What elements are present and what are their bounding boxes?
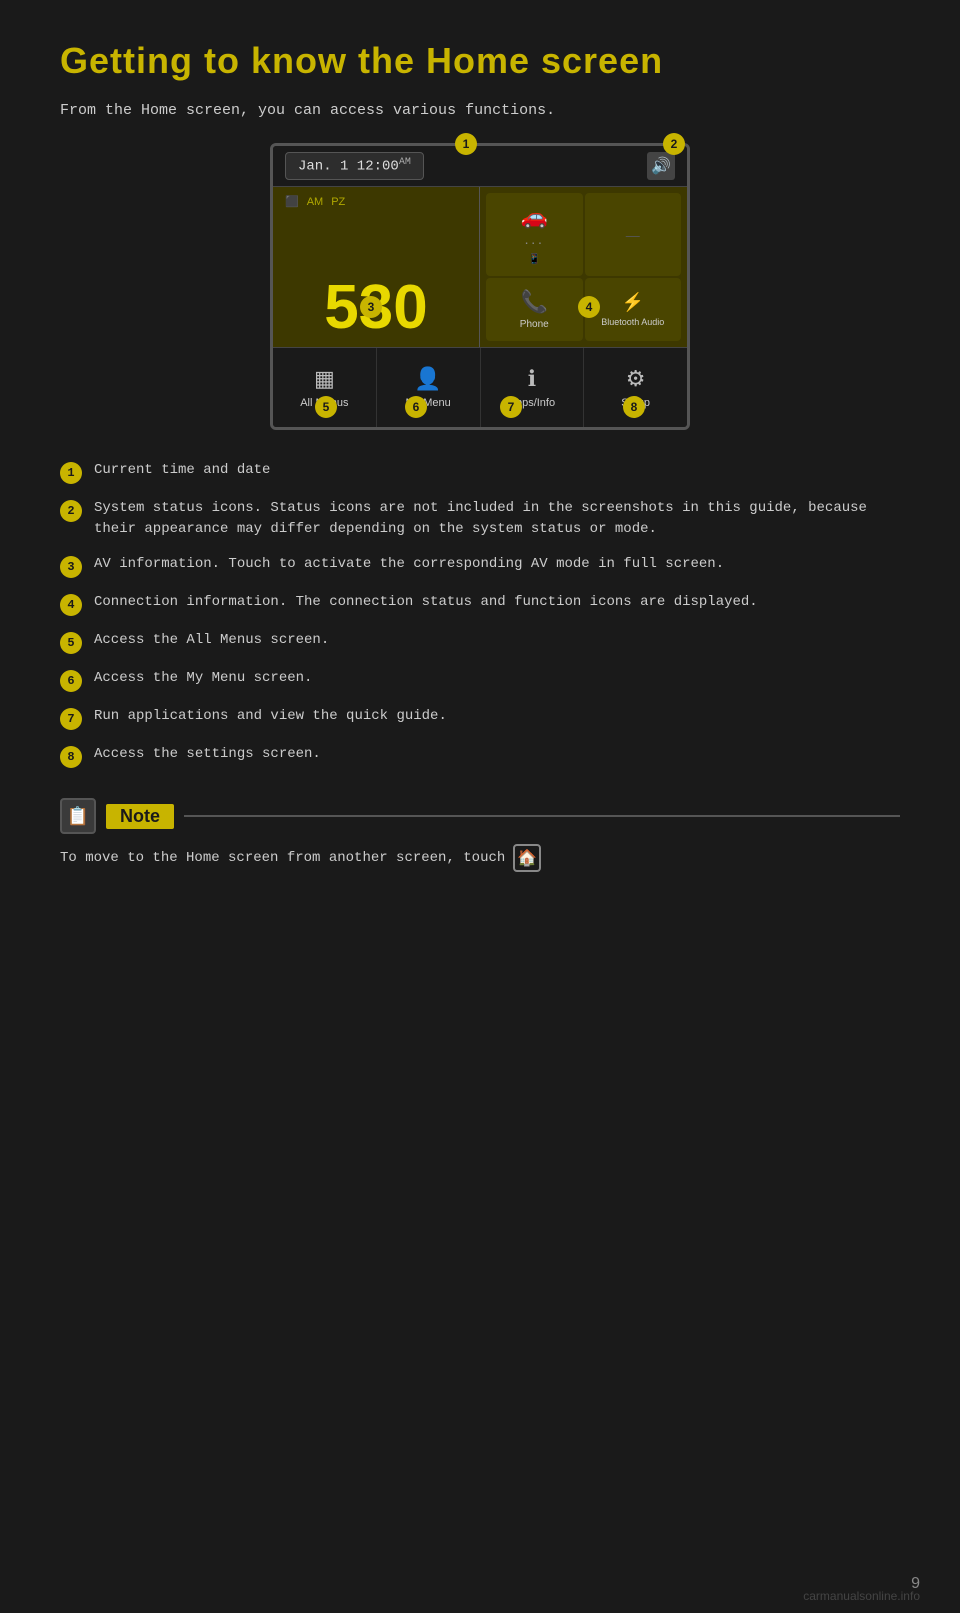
car-screen: Jan. 1 12:00AM 🔊 ⬛ AM PZ 530 🚗 ···	[270, 143, 690, 430]
callout-badge-2: 2	[663, 133, 685, 155]
av-panel[interactable]: ⬛ AM PZ 530	[273, 187, 480, 347]
anno-badge-1: 1	[60, 462, 82, 484]
anno-badge-8: 8	[60, 746, 82, 768]
note-label-container: Note	[106, 804, 900, 829]
datetime-display: Jan. 1 12:00AM	[285, 152, 424, 180]
note-section: 📋 Note To move to the Home screen from a…	[60, 798, 900, 872]
callout-badge-3: 3	[360, 296, 382, 318]
home-button-icon: 🏠	[513, 844, 541, 872]
connection-panel: 🚗 ··· 📱 — 📞 Phone ⚡ Bluetooth Audio	[480, 187, 687, 347]
anno-text-7: Run applications and view the quick guid…	[94, 706, 900, 727]
menu-my-menu[interactable]: 👤 My Menu	[377, 348, 481, 427]
phone-icon: 📞	[521, 289, 548, 315]
annotation-6: 6 Access the My Menu screen.	[60, 668, 900, 692]
menu-apps-info[interactable]: ℹ Apps/Info	[481, 348, 585, 427]
empty-icon: —	[626, 227, 640, 243]
note-icon: 📋	[60, 798, 96, 834]
anno-text-8: Access the settings screen.	[94, 744, 900, 765]
screen-menu-bar: ▦ All Menus 👤 My Menu ℹ Apps/Info ⚙ Setu…	[273, 347, 687, 427]
conn-dots: ···	[524, 234, 544, 250]
datetime-text: Jan. 1 12:00	[298, 159, 399, 175]
annotation-5: 5 Access the All Menus screen.	[60, 630, 900, 654]
conn-cell-empty: —	[585, 193, 682, 276]
anno-badge-7: 7	[60, 708, 82, 730]
anno-badge-3: 3	[60, 556, 82, 578]
annotations-list: 1 Current time and date 2 System status …	[60, 460, 900, 768]
anno-text-5: Access the All Menus screen.	[94, 630, 900, 651]
anno-text-6: Access the My Menu screen.	[94, 668, 900, 689]
screen-middle: ⬛ AM PZ 530 🚗 ··· 📱 — 📞 Phone	[273, 187, 687, 347]
callout-badge-6: 6	[405, 396, 427, 418]
speaker-icon: 🔊	[647, 152, 675, 180]
all-menus-icon: ▦	[314, 366, 335, 392]
av-label: ⬛	[285, 195, 299, 208]
note-content: To move to the Home screen from another …	[60, 844, 900, 872]
setup-icon: ⚙	[626, 366, 646, 392]
callout-badge-4: 4	[578, 296, 600, 318]
callout-badge-7: 7	[500, 396, 522, 418]
conn-phone-small-icon: 📱	[528, 254, 540, 265]
watermark: carmanualsonline.info	[803, 1589, 920, 1603]
callout-badge-5: 5	[315, 396, 337, 418]
note-label: Note	[106, 804, 174, 829]
apps-info-icon: ℹ	[528, 366, 536, 392]
my-menu-icon: 👤	[414, 366, 441, 392]
note-text: To move to the Home screen from another …	[60, 850, 505, 866]
note-header: 📋 Note	[60, 798, 900, 834]
am-indicator: AM	[399, 157, 411, 168]
anno-text-2: System status icons. Status icons are no…	[94, 498, 900, 540]
av-freq-label: AM	[307, 196, 324, 208]
callout-badge-8: 8	[623, 396, 645, 418]
phone-label: Phone	[520, 319, 549, 330]
annotation-7: 7 Run applications and view the quick gu…	[60, 706, 900, 730]
anno-badge-5: 5	[60, 632, 82, 654]
av-pz-label: PZ	[331, 196, 345, 208]
annotation-1: 1 Current time and date	[60, 460, 900, 484]
anno-text-4: Connection information. The connection s…	[94, 592, 900, 613]
annotation-4: 4 Connection information. The connection…	[60, 592, 900, 616]
note-divider	[184, 815, 900, 817]
bluetooth-icon: ⚡	[622, 292, 644, 313]
bluetooth-label: Bluetooth Audio	[601, 317, 664, 327]
anno-badge-6: 6	[60, 670, 82, 692]
anno-text-3: AV information. Touch to activate the co…	[94, 554, 900, 575]
page-subtitle: From the Home screen, you can access var…	[60, 102, 900, 119]
conn-cell-car[interactable]: 🚗 ··· 📱	[486, 193, 583, 276]
screen-mockup: 1 2 3 4 5 6 7 8 Jan. 1 12:00AM 🔊 ⬛ AM PZ…	[270, 143, 690, 430]
page-title: Getting to know the Home screen	[60, 40, 900, 82]
annotation-3: 3 AV information. Touch to activate the …	[60, 554, 900, 578]
anno-text-1: Current time and date	[94, 460, 900, 481]
car-icon: 🚗	[521, 204, 548, 230]
annotation-2: 2 System status icons. Status icons are …	[60, 498, 900, 540]
annotation-8: 8 Access the settings screen.	[60, 744, 900, 768]
anno-badge-2: 2	[60, 500, 82, 522]
anno-badge-4: 4	[60, 594, 82, 616]
screen-topbar: Jan. 1 12:00AM 🔊	[273, 146, 687, 187]
conn-cell-phone[interactable]: 📞 Phone	[486, 278, 583, 341]
callout-badge-1: 1	[455, 133, 477, 155]
av-header: ⬛ AM PZ	[285, 195, 467, 208]
